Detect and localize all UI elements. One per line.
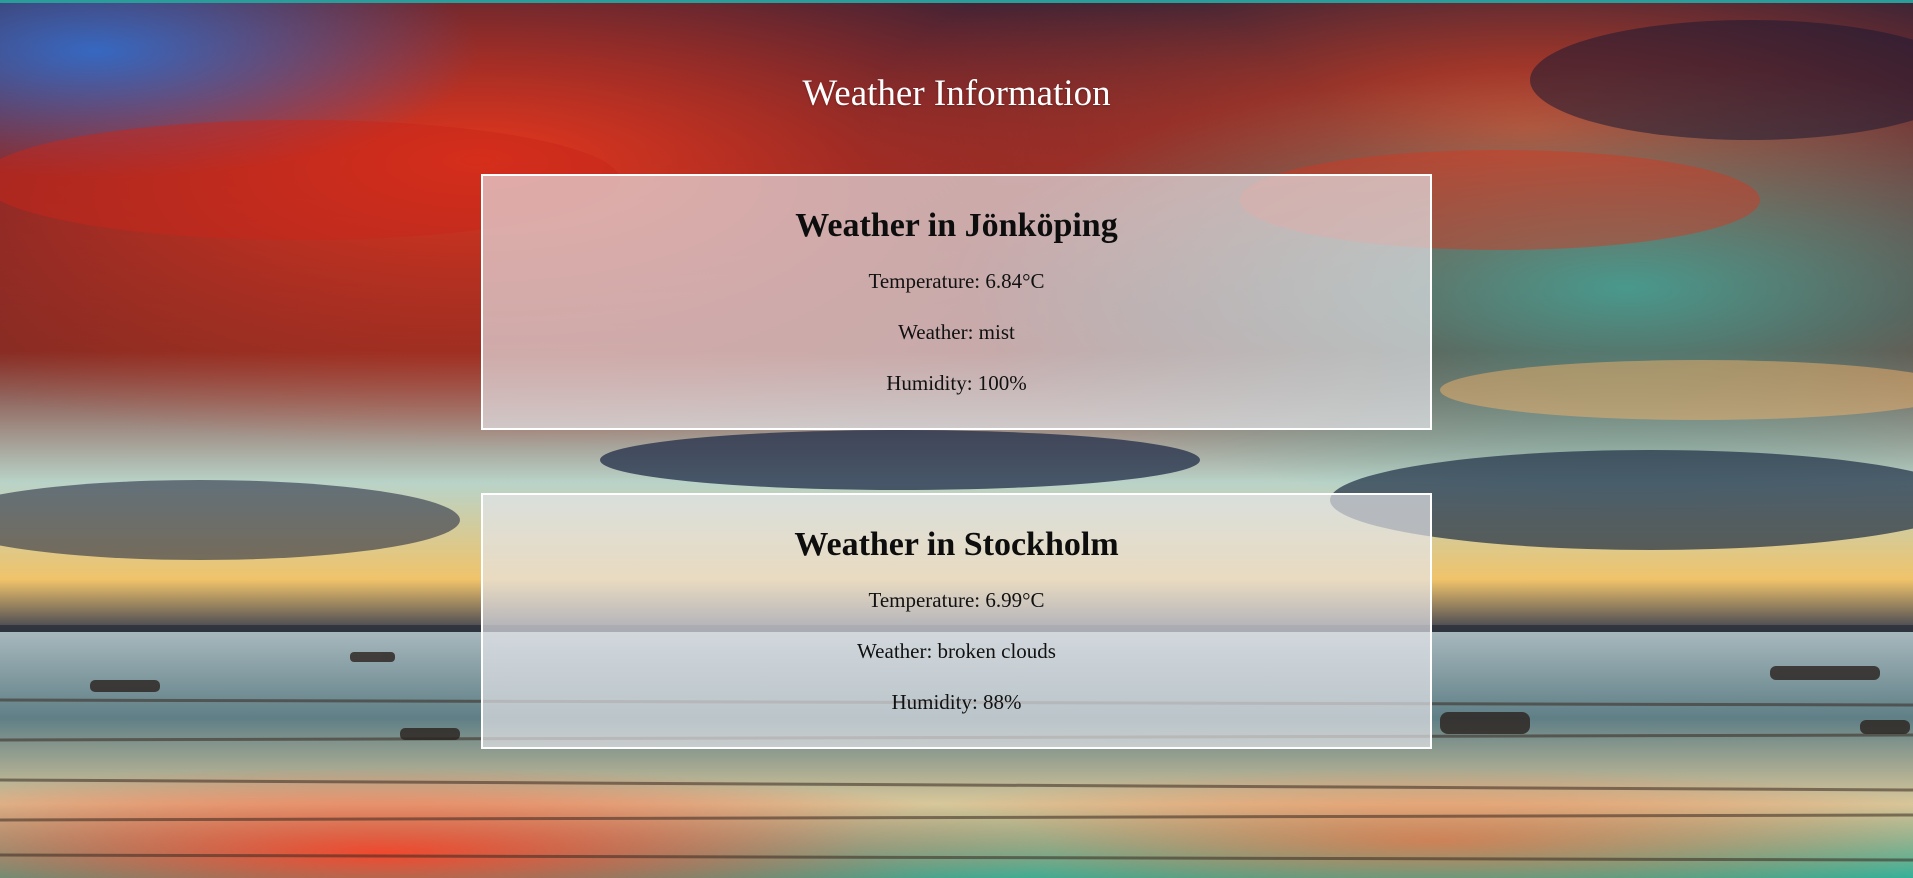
temperature-text: Temperature: 6.99°C [868, 588, 1045, 612]
city-heading: Weather in Stockholm [794, 526, 1119, 563]
city-heading: Weather in Jönköping [795, 207, 1118, 244]
weather-description-text: Weather: broken clouds [857, 639, 1056, 663]
weather-card-jonkoping: Weather in Jönköping Temperature: 6.84°C… [481, 174, 1432, 430]
temperature-text: Temperature: 6.84°C [868, 269, 1045, 293]
weather-card-stockholm: Weather in Stockholm Temperature: 6.99°C… [481, 493, 1432, 749]
top-accent-bar [0, 0, 1913, 3]
weather-description-text: Weather: mist [898, 320, 1015, 344]
humidity-text: Humidity: 100% [886, 371, 1027, 395]
page-title: Weather Information [802, 73, 1111, 114]
humidity-text: Humidity: 88% [891, 690, 1022, 714]
